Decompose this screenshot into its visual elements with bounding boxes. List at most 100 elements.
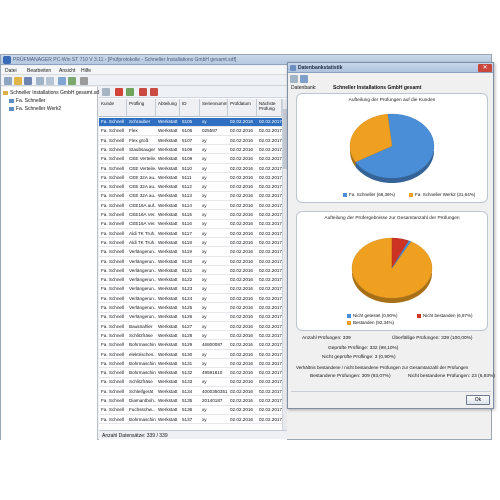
dialog-titlebar[interactable]: Datenbankstatistik ✕ (288, 63, 493, 73)
table-row[interactable]: Fa. Schnell CEE Verteile... Werkstatt 5109 x… (99, 155, 287, 164)
table-row[interactable]: Fa. Schnell Aldi TK Truh... Werkstatt 5117 x… (99, 230, 287, 239)
column-header-id[interactable]: ID (180, 99, 200, 117)
table-row[interactable]: Fa. Schnell CEE Verteile... Werkstatt 5110 x… (99, 165, 287, 174)
table-row[interactable]: Fa. Schnell CEE 32A au... Werkstatt 5113 xy 0… (99, 192, 287, 201)
table-cell: 025587 (202, 128, 218, 134)
table-cell: xy (202, 137, 207, 143)
filter-icon[interactable] (102, 88, 110, 96)
table-cell: Werkstatt (158, 360, 178, 366)
table-row[interactable]: Fa. Schnell Bohrmaschine Werkstatt 5137 xy 02… (99, 416, 287, 425)
table-row[interactable]: Fa. Schnell Flex Werkstatt 5106 025587 02.02.… (99, 127, 287, 136)
legend-item: Fa. Schneller Werk2 (31,64%) (409, 192, 475, 197)
database-label: Datenbank: (291, 85, 317, 91)
table-row[interactable]: Fa. Schnell Verlängerun... Werkstatt 5124 xy… (99, 295, 287, 304)
preview-icon[interactable] (46, 77, 54, 85)
table-cell: 02.02.2017 (259, 305, 282, 310)
tree-root[interactable]: Schneller Installations GmbH gesamt.sdf (3, 90, 100, 96)
table-toolbar (99, 87, 287, 98)
table-row[interactable]: Fa. Schnell Staubsauger Werkstatt 5108 xy 02.… (99, 146, 287, 155)
table-row[interactable]: Fa. Schnell Bohrmaschine Werkstatt 5129 4680… (99, 341, 287, 350)
table-row[interactable]: Fa. Schnell Schrauber Werkstatt 5105 xy 02.02… (99, 118, 287, 127)
table-row[interactable]: Fa. Schnell Fuchsschw... Werkstatt 5136 xy 02… (99, 406, 287, 415)
close-icon[interactable]: ✕ (478, 64, 492, 72)
table-cell: 5128 (182, 332, 193, 338)
tree-item-schneller-werk2[interactable]: Fa. Schneller Werk2 (9, 106, 61, 112)
table-cell: 5111 (182, 174, 192, 180)
menu-datei[interactable]: Datei (5, 68, 17, 74)
table-cell: 02.02.2017 (259, 332, 282, 338)
legend-swatch (417, 313, 421, 318)
table-row[interactable]: Fa. Schnell CEE 32A au... Werkstatt 5112 xy 0… (99, 183, 287, 192)
table-cell: Werkstatt (158, 230, 178, 236)
column-header-pruefdatum[interactable]: Prüfdatum (228, 99, 257, 117)
table-cell: Werkstatt (158, 165, 178, 171)
menu-bearbeiten[interactable]: Bearbeiten (27, 68, 51, 74)
table-row[interactable]: Fa. Schnell Verlängerun... Werkstatt 5126 xy… (99, 313, 287, 322)
legend-swatch (347, 320, 351, 325)
table-row[interactable]: Fa. Schnell Verlängerun... Werkstatt 5120 xy… (99, 258, 287, 267)
save-icon[interactable] (24, 77, 32, 85)
import-icon[interactable] (68, 77, 76, 85)
table-cell: 5129 (182, 342, 193, 348)
search-icon[interactable] (58, 77, 66, 85)
report-icon[interactable] (150, 88, 158, 96)
open-folder-icon[interactable] (14, 77, 22, 85)
table-row[interactable]: Fa. Schnell Schlitzfräse Werkstatt 5128 xy 02… (99, 332, 287, 341)
add-icon[interactable] (126, 88, 134, 96)
tree-item-schneller[interactable]: Fa. Schneller (9, 98, 45, 104)
table-cell: 02.02.2017 (259, 267, 282, 273)
table-row[interactable]: Fa. Schnell Verlängerun... Werkstatt 5119 xy… (99, 248, 287, 257)
table-row[interactable]: Fa. Schnell CEE 32A au... Werkstatt 5111 xy 0… (99, 174, 287, 183)
table-row[interactable]: Fa. Schnell CEE16A auf... Werkstatt 5114 xy 0… (99, 202, 287, 211)
table-row[interactable]: Fa. Schnell CEE16A Ver... Werkstatt 5115 xy 0… (99, 211, 287, 220)
table-cell: 5136 (182, 407, 193, 413)
table-row[interactable]: Fa. Schnell Bohrmaschine Werkstatt 5132 4959… (99, 369, 287, 378)
status-bar: Anzahl Datensätze: 339 / 339 (99, 430, 287, 439)
column-header-naechste-pruefung[interactable]: Nächste Prüfung (257, 99, 282, 117)
table-cell: 02.02.2017 (259, 398, 282, 403)
ok-button[interactable]: Ok (466, 395, 490, 405)
table-cell: Fa. Schnell (101, 398, 124, 403)
legend-swatch (409, 192, 413, 197)
table-row[interactable]: Fa. Schnell Verlängerun... Werkstatt 5122 xy… (99, 276, 287, 285)
table-cell: 02.02.2016 (230, 165, 253, 171)
database-row: Datenbank: Schneller Installations GmbH … (291, 83, 491, 92)
table-row[interactable]: Fa. Schnell Schleifgerät Werkstatt 5134 4000… (99, 388, 287, 397)
table-row[interactable]: Fa. Schnell Verlängerun... Werkstatt 5125 xy… (99, 304, 287, 313)
table-row[interactable]: Fa. Schnell Verlängerun... Werkstatt 5123 xy… (99, 285, 287, 294)
table-cell: xy (202, 230, 207, 236)
table-row[interactable]: Fa. Schnell Schlitzfräse Werkstatt 5133 xy 02… (99, 378, 287, 387)
menu-hilfe[interactable]: Hilfe (81, 68, 91, 74)
table-row[interactable]: Fa. Schnell Aldi TK Truh... Werkstatt 5118 x… (99, 239, 287, 248)
table-row[interactable]: Fa. Schnell CEE16A Ver... Werkstatt 5116 xy 0… (99, 220, 287, 229)
delete-icon[interactable] (115, 88, 123, 96)
column-header-abteilung[interactable]: Abteilung (156, 99, 180, 117)
table-row[interactable]: Fa. Schnell Baustrahler Werkstatt 5127 xy 02.… (99, 323, 287, 332)
table-row[interactable]: Fa. Schnell Diamantboh... Werkstatt 5135 201… (99, 397, 287, 406)
table-cell: 5137 (182, 416, 193, 422)
table-row[interactable]: Fa. Schnell Verlängerun... Werkstatt 5121 xy… (99, 267, 287, 276)
table-cell: 5124 (182, 295, 193, 301)
settings-icon[interactable] (80, 77, 88, 85)
column-header-seriennummer[interactable]: Seriennummer (200, 99, 228, 117)
new-icon[interactable] (4, 77, 12, 85)
table-cell: 02.02.2016 (230, 202, 253, 208)
print-icon[interactable] (36, 77, 44, 85)
table-row[interactable]: Fa. Schnell Bohrmaschine Werkstatt 5131 xy 02… (99, 360, 287, 369)
table-cell: elektrisches... (129, 351, 156, 357)
column-header-pruefling[interactable]: Prüfling (127, 99, 156, 117)
table-row[interactable]: Fa. Schnell elektrisches... Werkstatt 5130 x… (99, 351, 287, 360)
menu-ansicht[interactable]: Ansicht (59, 68, 75, 74)
print-icon[interactable] (290, 75, 298, 83)
table-cell: Werkstatt (158, 416, 178, 422)
table-cell: 5116 (182, 221, 192, 227)
column-header-kunde[interactable]: Kunde (99, 99, 127, 117)
table-cell: Fa. Schnell (101, 239, 124, 245)
table-cell: 02.02.2016 (230, 277, 253, 283)
table-row[interactable]: Fa. Schnell Flex groß Werkstatt 5107 xy 02.02… (99, 137, 287, 146)
export-icon[interactable] (300, 75, 308, 83)
table-cell: 02.02.2017 (259, 137, 282, 143)
pdf-icon[interactable] (139, 88, 147, 96)
table-cell: 5112 (182, 184, 192, 190)
legend-swatch (347, 313, 351, 318)
